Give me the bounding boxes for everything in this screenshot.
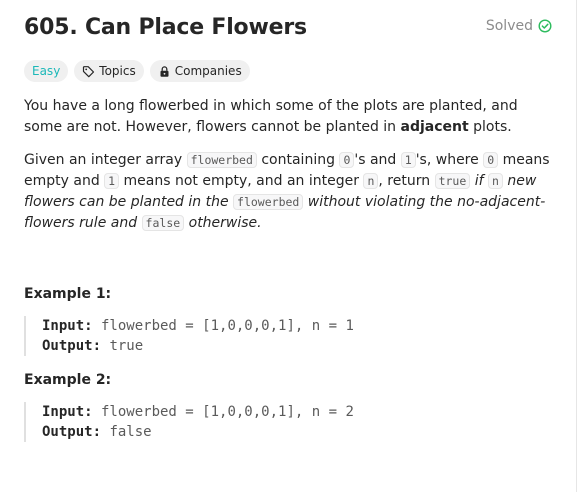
adjacent-emphasis: adjacent bbox=[400, 119, 469, 135]
check-circle-icon bbox=[538, 19, 552, 33]
text-span: containing bbox=[256, 152, 340, 168]
inline-code: n bbox=[487, 173, 503, 189]
inline-code: 1 bbox=[400, 152, 416, 168]
text-span: means not empty, and an integer bbox=[119, 173, 364, 189]
topics-label: Topics bbox=[99, 64, 136, 78]
input-label: Input: bbox=[42, 404, 93, 420]
problem-title[interactable]: 605. Can Place Flowers bbox=[24, 14, 307, 42]
inline-code: 1 bbox=[104, 173, 120, 189]
companies-label: Companies bbox=[174, 64, 242, 78]
inline-code: 0 bbox=[483, 152, 499, 168]
difficulty-badge[interactable]: Easy bbox=[24, 60, 69, 82]
input-value: flowerbed = [1,0,0,0,1], n = 2 bbox=[92, 404, 354, 420]
problem-description-panel: 605. Can Place Flowers Solved Easy Topic… bbox=[0, 0, 576, 442]
output-value: false bbox=[101, 424, 152, 440]
solved-label: Solved bbox=[485, 18, 533, 34]
problem-header: 605. Can Place Flowers Solved bbox=[24, 14, 552, 42]
example-title: Example 2: bbox=[24, 372, 112, 388]
output-label: Output: bbox=[42, 424, 102, 440]
example-1: Example 1: Input: flowerbed = [1,0,0,0,1… bbox=[24, 286, 552, 356]
inline-code: flowerbed bbox=[233, 194, 304, 210]
example-code-block: Input: flowerbed = [1,0,0,0,1], n = 2 Ou… bbox=[24, 402, 552, 442]
example-output-line: Output: false bbox=[42, 422, 552, 442]
problem-tags: Easy Topics Companies bbox=[24, 60, 552, 82]
input-label: Input: bbox=[42, 318, 93, 334]
example-title: Example 1: bbox=[24, 286, 112, 302]
example-input-line: Input: flowerbed = [1,0,0,0,1], n = 1 bbox=[42, 316, 552, 336]
example-output-line: Output: true bbox=[42, 336, 552, 356]
italic-span: if bbox=[470, 173, 488, 189]
tag-icon bbox=[82, 65, 95, 78]
example-2: Example 2: Input: flowerbed = [1,0,0,0,1… bbox=[24, 372, 552, 442]
text-span: , return bbox=[378, 173, 435, 189]
companies-button[interactable]: Companies bbox=[149, 60, 250, 82]
text-span: Given an integer array bbox=[24, 152, 187, 168]
output-value: true bbox=[101, 338, 144, 354]
inline-code: 0 bbox=[339, 152, 355, 168]
output-label: Output: bbox=[42, 338, 102, 354]
input-value: flowerbed = [1,0,0,0,1], n = 1 bbox=[92, 318, 354, 334]
lock-icon bbox=[158, 65, 171, 78]
text-span: 's, where bbox=[415, 152, 484, 168]
solved-status: Solved bbox=[486, 18, 552, 34]
description-paragraph-2: Given an integer array flowerbed contain… bbox=[24, 150, 552, 234]
text-span: 's and bbox=[354, 152, 401, 168]
inline-code: flowerbed bbox=[186, 152, 257, 168]
inline-code: true bbox=[434, 173, 471, 189]
example-input-line: Input: flowerbed = [1,0,0,0,1], n = 2 bbox=[42, 402, 552, 422]
italic-span: otherwise. bbox=[184, 215, 262, 231]
topics-button[interactable]: Topics bbox=[74, 60, 144, 82]
problem-description: You have a long flowerbed in which some … bbox=[24, 96, 552, 234]
inline-code: false bbox=[141, 215, 185, 231]
example-code-block: Input: flowerbed = [1,0,0,0,1], n = 1 Ou… bbox=[24, 316, 552, 356]
description-paragraph-1: You have a long flowerbed in which some … bbox=[24, 96, 552, 138]
inline-code: n bbox=[363, 173, 379, 189]
text-span: plots. bbox=[468, 119, 512, 135]
